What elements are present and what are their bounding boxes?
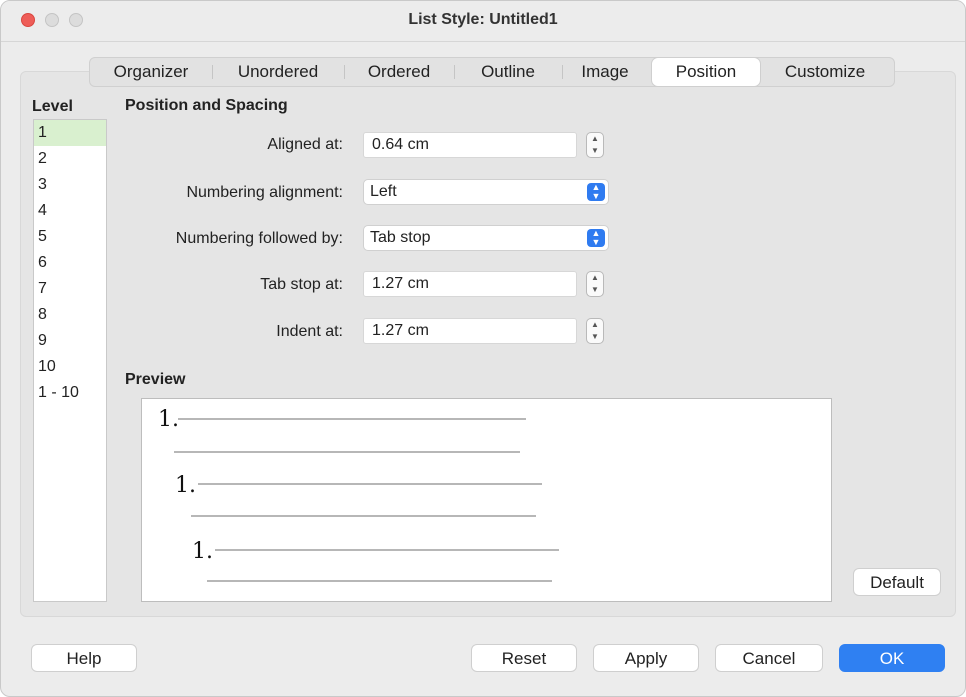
tab-organizer[interactable]: Organizer (98, 58, 204, 86)
apply-button[interactable]: Apply (593, 644, 699, 672)
tab-outline[interactable]: Outline (462, 58, 554, 86)
numbering-alignment-select[interactable]: Left ▲ ▼ (363, 179, 609, 205)
tab-stop-at-label: Tab stop at: (260, 276, 343, 293)
tab-stop-at-field[interactable]: 1.27 cm (363, 271, 577, 297)
numbering-followed-by-select[interactable]: Tab stop ▲ ▼ (363, 225, 609, 251)
default-button[interactable]: Default (853, 568, 941, 596)
indent-at-field[interactable]: 1.27 cm (363, 318, 577, 344)
cancel-button[interactable]: Cancel (715, 644, 823, 672)
reset-button[interactable]: Reset (471, 644, 577, 672)
dialog-window: List Style: Untitled1 Organizer Unordere… (0, 0, 966, 697)
tab-image[interactable]: Image (570, 58, 640, 86)
increment-icon[interactable]: ▲ (587, 133, 603, 145)
tab-separator (562, 65, 563, 79)
ok-button[interactable]: OK (839, 644, 945, 672)
preview-number: 1. (175, 473, 196, 498)
tab-separator (212, 65, 213, 79)
numbering-followed-by-label: Numbering followed by: (175, 230, 343, 247)
aligned-at-stepper[interactable]: ▲ ▼ (586, 132, 604, 158)
decrement-icon[interactable]: ▼ (587, 284, 603, 296)
aligned-at-field[interactable]: 0.64 cm (363, 132, 577, 158)
level-heading: Level (32, 98, 73, 115)
preview-line (207, 580, 552, 582)
help-button[interactable]: Help (31, 644, 137, 672)
preview-line (198, 483, 542, 485)
preview-line (215, 549, 559, 551)
preview-line (174, 451, 520, 453)
tab-customize[interactable]: Customize (770, 58, 880, 86)
tab-separator (344, 65, 345, 79)
preview-box: 1. 1. 1. (141, 398, 832, 602)
aligned-at-label: Aligned at: (267, 136, 343, 153)
increment-icon[interactable]: ▲ (587, 319, 603, 331)
tab-stop-at-stepper[interactable]: ▲ ▼ (586, 271, 604, 297)
decrement-icon[interactable]: ▼ (587, 145, 603, 157)
decrement-icon[interactable]: ▼ (587, 331, 603, 343)
tab-separator (454, 65, 455, 79)
tab-unordered[interactable]: Unordered (220, 58, 336, 86)
numbering-alignment-value: Left (370, 183, 397, 200)
preview-number: 1. (158, 407, 179, 432)
position-spacing-heading: Position and Spacing (125, 97, 288, 114)
preview-line (191, 515, 536, 517)
window-title: List Style: Untitled1 (408, 11, 558, 28)
preview-heading: Preview (125, 371, 186, 388)
tab-ordered[interactable]: Ordered (352, 58, 446, 86)
level-item-10[interactable]: 10 (34, 354, 106, 380)
level-item-6[interactable]: 6 (34, 250, 106, 276)
tab-bar: Organizer Unordered Ordered Outline Imag… (89, 57, 895, 87)
numbering-followed-by-value: Tab stop (370, 229, 431, 246)
increment-icon[interactable]: ▲ (587, 272, 603, 284)
indent-at-label: Indent at: (276, 323, 343, 340)
preview-line (178, 418, 526, 420)
preview-number: 1. (192, 539, 213, 564)
select-chevron-icon: ▲ ▼ (587, 229, 605, 247)
numbering-alignment-label: Numbering alignment: (186, 184, 343, 201)
title-bar: List Style: Untitled1 (1, 1, 965, 42)
indent-at-stepper[interactable]: ▲ ▼ (586, 318, 604, 344)
tab-position[interactable]: Position (652, 58, 760, 86)
level-item-all[interactable]: 1 - 10 (34, 380, 106, 406)
select-chevron-icon: ▲ ▼ (587, 183, 605, 201)
